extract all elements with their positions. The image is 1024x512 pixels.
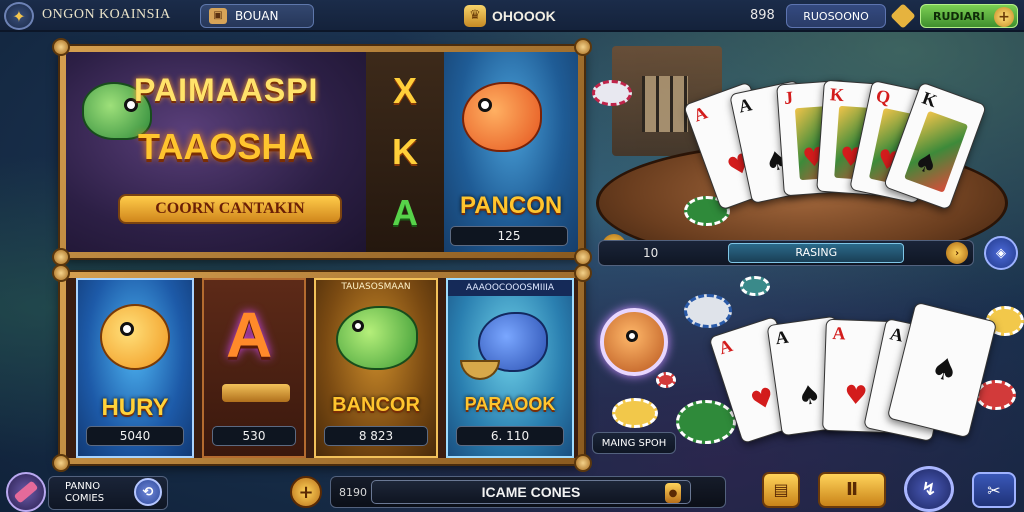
card-rank: K	[829, 84, 845, 106]
game-tile-name: HURY	[101, 394, 169, 421]
games-panel-inner: HURY 5040 A 530 TAUASOSMAAN BANCOR 8 823…	[66, 278, 578, 458]
bet-value: 8190	[339, 485, 367, 499]
chip-icon	[740, 276, 770, 296]
reel-symbol: A	[392, 192, 418, 234]
chest-icon: ▣	[209, 8, 227, 24]
bet-bar: 8190 ICAME CONES ●	[330, 476, 726, 508]
frame-corner	[52, 38, 70, 56]
game-tile-value: 5040	[86, 426, 184, 446]
heart-icon: ♥	[843, 380, 869, 412]
chevron-right-icon[interactable]: ›	[946, 242, 968, 264]
card-rank: A	[832, 323, 846, 344]
game-tile[interactable]: A 530	[202, 278, 306, 458]
featured-panel-inner: PAIMAASPI TAAOSHA COORN CANTAKIN X K A P…	[66, 52, 578, 252]
center-label: OHOOOK	[492, 8, 556, 24]
letter-a-icon: A	[226, 299, 273, 371]
featured-panel: PAIMAASPI TAAOSHA COORN CANTAKIN X K A P…	[52, 38, 592, 266]
game-tile[interactable]: AAAOOCOOOSMIIIA PARAOOK 6. 110	[446, 278, 574, 458]
plus-icon: +	[994, 7, 1014, 27]
fish-icon	[462, 82, 542, 152]
spin-icon[interactable]: ↯	[904, 466, 954, 512]
game-tile-value: 8 823	[324, 426, 428, 446]
settings-icon[interactable]: ✂	[972, 472, 1016, 508]
chip-icon	[684, 294, 732, 328]
featured-game-tile[interactable]: PANCON 125	[444, 52, 578, 252]
bottom-bar: PANNO COMIES ⟲ + 8190 ICAME CONES ● ▤ Ⅱ …	[0, 466, 1024, 512]
main-label[interactable]: ICAME CONES	[371, 480, 691, 504]
card-rank: A	[716, 335, 735, 359]
promo-banner[interactable]: PAIMAASPI TAAOSHA COORN CANTAKIN	[66, 52, 366, 252]
game-title: ONGON KOAINSIA	[42, 7, 171, 22]
chip-icon	[592, 80, 632, 106]
deck-icon[interactable]: ◈	[984, 236, 1018, 270]
game-tile-header: TAUASOSMAAN	[341, 282, 411, 292]
frame-corner	[574, 264, 592, 282]
add-button[interactable]: +	[290, 476, 322, 508]
fish-icon	[336, 306, 418, 370]
chip-icon	[676, 400, 736, 444]
promo-button[interactable]: COORN CANTAKIN	[118, 194, 342, 224]
avatar[interactable]	[600, 308, 668, 376]
paytable-icon[interactable]: ▤	[762, 472, 800, 508]
ribbon-icon	[222, 384, 290, 402]
bowl-icon	[460, 360, 500, 380]
featured-game-value: 125	[450, 226, 568, 246]
spade-icon: ♠	[927, 349, 962, 391]
gem-icon	[890, 3, 916, 29]
chip-icon	[612, 398, 658, 428]
chip-icon	[656, 372, 676, 388]
search-label: BOUAN	[235, 9, 279, 23]
card-rank: A	[888, 323, 906, 346]
promo-title-line1: PAIMAASPI	[134, 72, 319, 108]
game-tile-value: 530	[212, 426, 296, 446]
profile-avatar-icon[interactable]	[6, 472, 46, 512]
coin-icon[interactable]: ●	[665, 483, 681, 503]
promo-title-line2: TAAOSHA	[138, 126, 314, 167]
profile-line2: COMIES	[65, 493, 105, 504]
field-button[interactable]: RUOSOONO	[786, 4, 886, 28]
reel-symbol: K	[392, 130, 418, 172]
chip-icon	[976, 380, 1016, 410]
swap-icon[interactable]: ⟲	[134, 478, 162, 506]
deposit-label: RUDIARI	[933, 9, 985, 23]
card-rank: A	[774, 326, 790, 349]
game-tile-header: AAAOOCOOOSMIIIA	[448, 280, 572, 296]
reel-column: X K A	[366, 52, 444, 252]
bet-control-bar: 10 RASING	[598, 240, 974, 266]
card-rank: K	[919, 87, 940, 112]
game-tile[interactable]: HURY 5040	[76, 278, 194, 458]
crest-icon[interactable]: ✦	[4, 2, 34, 30]
spade-icon: ♠	[795, 379, 824, 413]
bet-left-value: 10	[643, 246, 659, 260]
game-tile-name: BANCOR	[332, 394, 420, 416]
reel-symbol: X	[392, 69, 417, 111]
crown-icon: ♛	[464, 5, 486, 27]
card-rank: J	[783, 87, 794, 109]
card-rank: Q	[874, 85, 893, 108]
deposit-button[interactable]: RUDIARI +	[920, 4, 1018, 28]
game-tile-name: PARAOOK	[464, 394, 556, 414]
pause-icon[interactable]: Ⅱ	[818, 472, 886, 508]
balance-value: 898	[750, 8, 775, 23]
search-button[interactable]: ▣ BOUAN	[200, 4, 314, 28]
frame-corner	[574, 38, 592, 56]
card-rank: A	[690, 102, 710, 126]
card-rank: A	[736, 94, 754, 117]
profile-line1: PANNO	[65, 481, 101, 492]
featured-game-name: PANCON	[460, 192, 563, 219]
fish-icon	[100, 304, 170, 370]
bet-field[interactable]: RASING	[728, 243, 905, 263]
game-tile-value: 6. 110	[456, 426, 564, 446]
frame-corner	[52, 264, 70, 282]
heart-icon: ♥	[747, 381, 779, 418]
games-panel: HURY 5040 A 530 TAUASOSMAAN BANCOR 8 823…	[52, 264, 592, 472]
center-menu-button[interactable]: ♛ OHOOOK	[464, 4, 584, 28]
avatar-label: MAING SPOH	[592, 432, 676, 454]
game-tile[interactable]: TAUASOSMAAN BANCOR 8 823	[314, 278, 438, 458]
top-bar: ✦ ONGON KOAINSIA ▣ BOUAN ♛ OHOOOK 898 RU…	[0, 0, 1024, 32]
